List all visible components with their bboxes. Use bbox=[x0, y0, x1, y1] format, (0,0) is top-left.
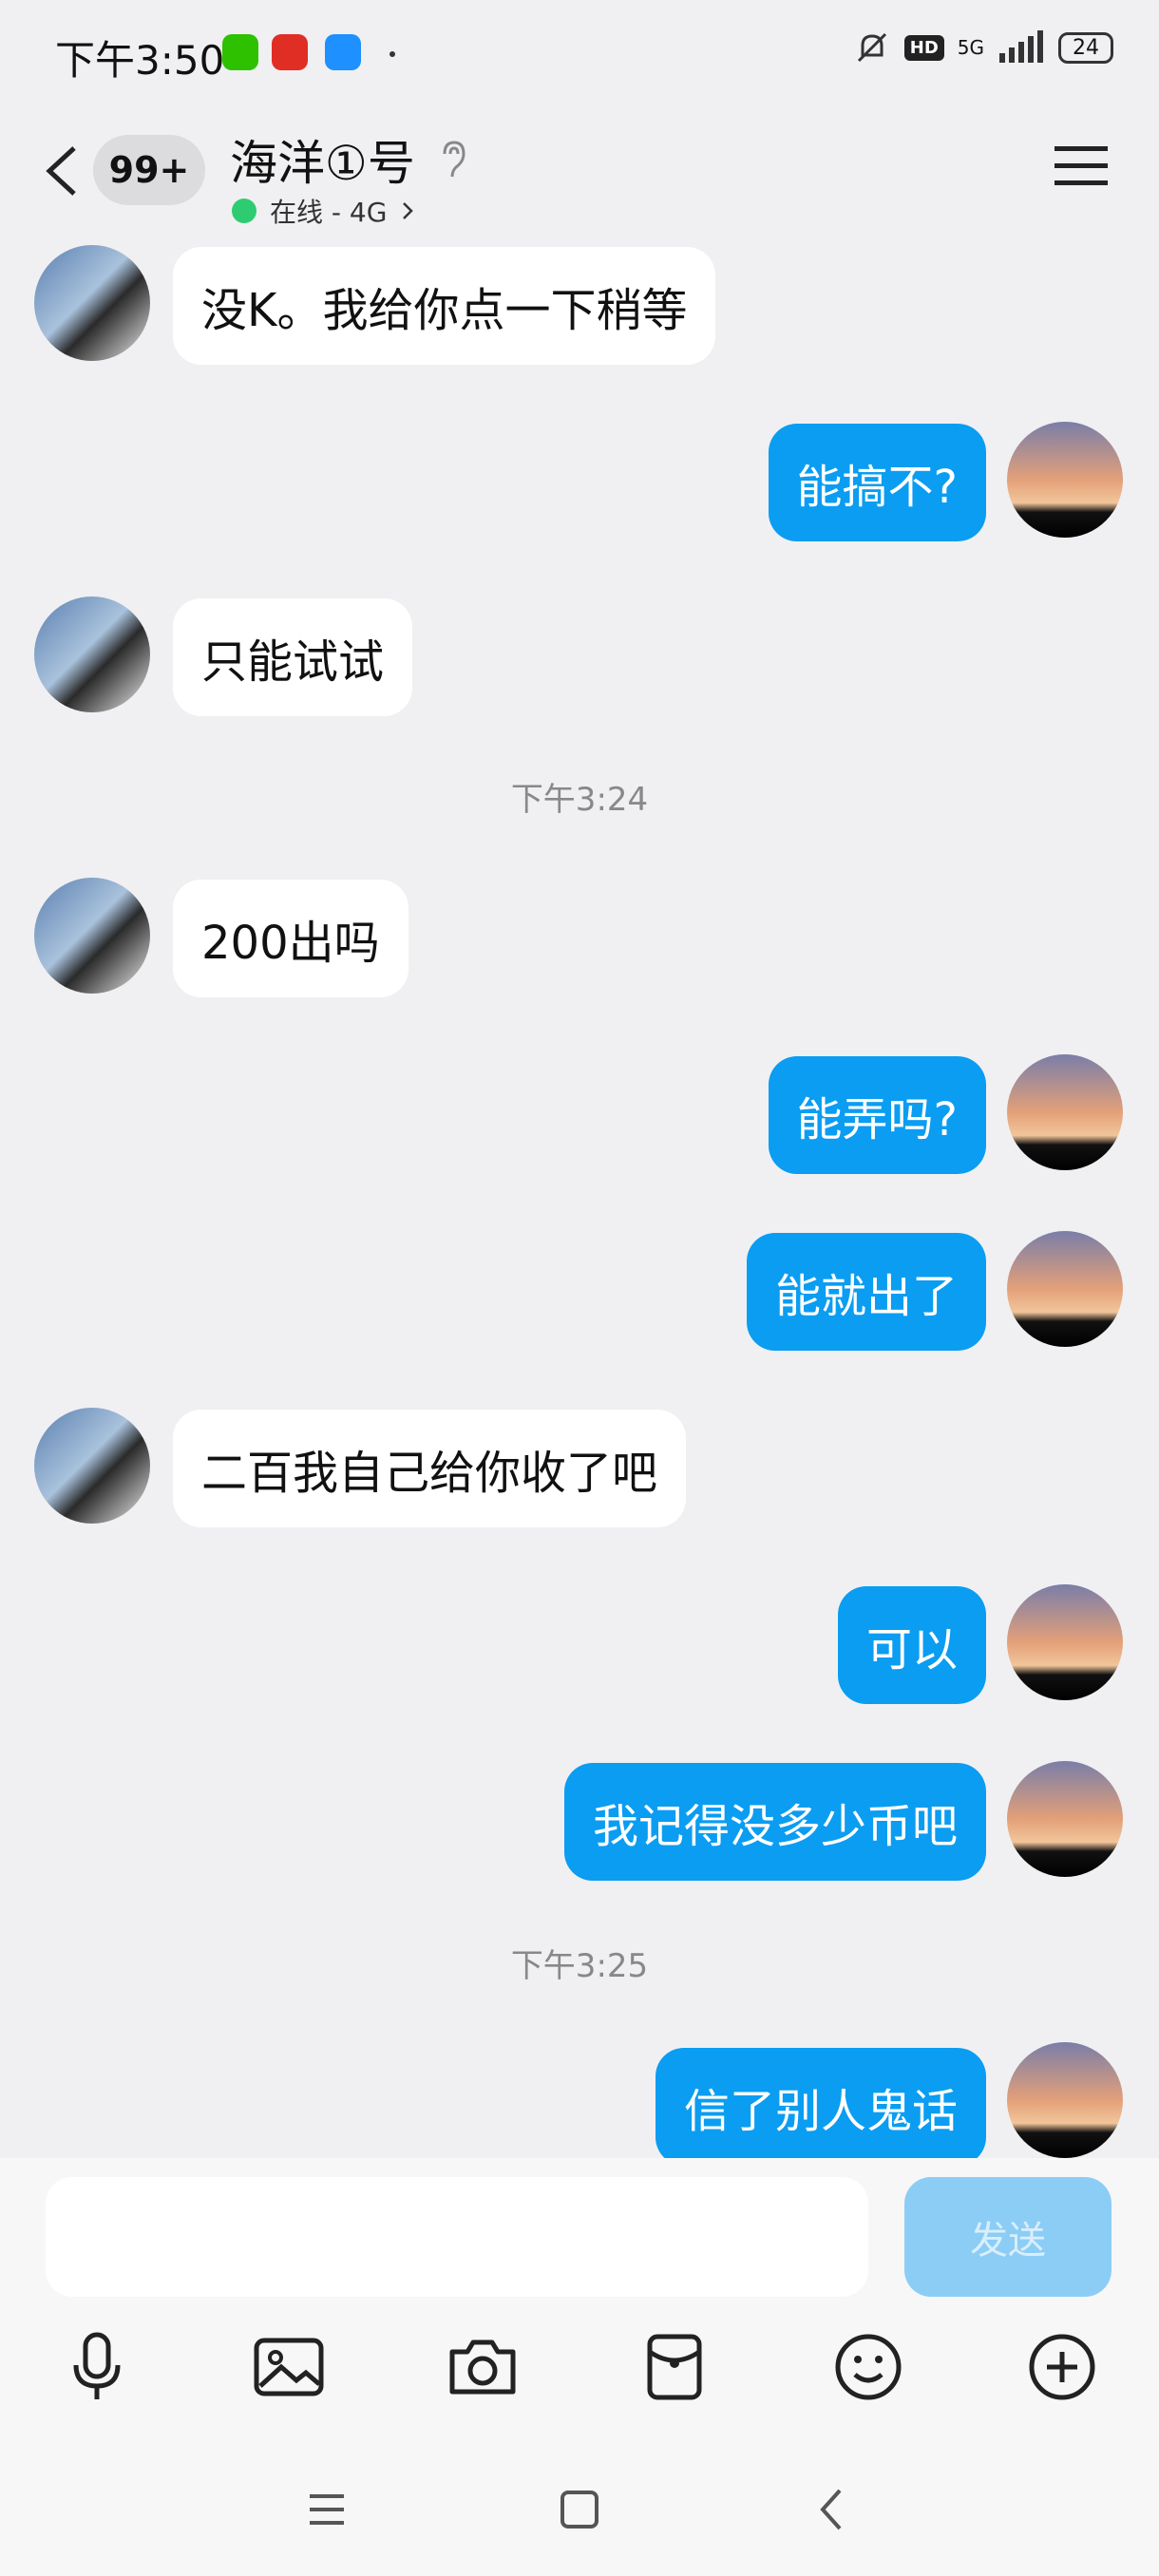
red-packet-icon[interactable] bbox=[635, 2327, 714, 2407]
image-icon[interactable] bbox=[249, 2327, 329, 2407]
hd-icon: HD bbox=[903, 34, 944, 61]
recent-apps-icon[interactable] bbox=[298, 2481, 355, 2538]
unread-badge[interactable]: 99+ bbox=[93, 135, 205, 205]
message-sent: 能弄吗? bbox=[0, 1054, 1159, 1178]
status-bar: 下午3:50 HD 5G 24 bbox=[0, 0, 1159, 112]
message-bubble[interactable]: 可以 bbox=[837, 1586, 986, 1704]
message-received: 200出吗 bbox=[0, 878, 1159, 1001]
online-status[interactable]: 在线 - 4G bbox=[232, 192, 415, 230]
status-icons: HD 5G 24 bbox=[853, 28, 1113, 66]
message-sent: 信了别人鬼话 bbox=[0, 2042, 1159, 2158]
chevron-right-icon bbox=[403, 202, 414, 219]
message-sent: 能搞不? bbox=[0, 422, 1159, 545]
microphone-icon[interactable] bbox=[57, 2327, 137, 2407]
send-button[interactable]: 发送 bbox=[904, 2177, 1112, 2297]
message-bubble[interactable]: 只能试试 bbox=[173, 598, 413, 716]
message-bubble[interactable]: 能弄吗? bbox=[768, 1056, 986, 1174]
message-bubble[interactable]: 能搞不? bbox=[768, 424, 986, 541]
chat-title[interactable]: 海洋①号 bbox=[230, 125, 415, 194]
user-avatar[interactable] bbox=[1007, 1584, 1123, 1700]
message-input[interactable] bbox=[46, 2177, 868, 2297]
message-bubble[interactable]: 能就出了 bbox=[746, 1233, 986, 1351]
chat-header: 99+ 海洋①号 在线 - 4G bbox=[0, 123, 1159, 237]
message-bubble[interactable]: 没K。我给你点一下稍等 bbox=[173, 247, 716, 365]
message-received: 二百我自己给你收了吧 bbox=[0, 1408, 1159, 1531]
composer: 发送 bbox=[0, 2158, 1159, 2576]
message-bubble[interactable]: 200出吗 bbox=[173, 880, 408, 997]
status-time: 下午3:50 bbox=[55, 37, 225, 84]
ear-icon bbox=[443, 141, 466, 178]
online-dot bbox=[232, 199, 256, 223]
signal-icon bbox=[999, 30, 1043, 63]
nav-back-icon[interactable] bbox=[804, 2481, 861, 2538]
pinduoduo-icon bbox=[272, 34, 308, 70]
back-icon[interactable] bbox=[40, 142, 84, 199]
camera-icon[interactable] bbox=[443, 2327, 522, 2407]
message-sent: 能就出了 bbox=[0, 1231, 1159, 1354]
message-bubble[interactable]: 信了别人鬼话 bbox=[655, 2048, 986, 2158]
contact-avatar[interactable] bbox=[34, 245, 150, 361]
timestamp: 下午3:25 bbox=[510, 1947, 649, 1985]
online-status-text: 在线 - 4G bbox=[270, 197, 388, 228]
signal-label: 5G bbox=[957, 36, 984, 59]
user-avatar[interactable] bbox=[1007, 422, 1123, 538]
timestamp: 下午3:24 bbox=[510, 781, 649, 819]
message-bubble[interactable]: 我记得没多少币吧 bbox=[563, 1763, 986, 1881]
qq-browser-icon bbox=[325, 34, 361, 70]
contact-avatar[interactable] bbox=[34, 597, 150, 712]
more-dot-icon bbox=[390, 51, 395, 57]
emoji-icon[interactable] bbox=[828, 2327, 908, 2407]
battery-icon: 24 bbox=[1058, 31, 1113, 64]
user-avatar[interactable] bbox=[1007, 1761, 1123, 1877]
message-received: 没K。我给你点一下稍等 bbox=[0, 245, 1159, 369]
user-avatar[interactable] bbox=[1007, 2042, 1123, 2158]
message-sent: 我记得没多少币吧 bbox=[0, 1761, 1159, 1885]
menu-icon[interactable] bbox=[1054, 144, 1108, 188]
contact-avatar[interactable] bbox=[34, 1408, 150, 1524]
message-received: 只能试试 bbox=[0, 597, 1159, 720]
message-bubble[interactable]: 二百我自己给你收了吧 bbox=[173, 1410, 687, 1527]
home-icon[interactable] bbox=[551, 2481, 608, 2538]
mute-bell-icon bbox=[857, 32, 886, 63]
wechat-icon bbox=[222, 34, 258, 70]
plus-icon[interactable] bbox=[1022, 2327, 1102, 2407]
contact-avatar[interactable] bbox=[34, 878, 150, 994]
user-avatar[interactable] bbox=[1007, 1231, 1123, 1347]
user-avatar[interactable] bbox=[1007, 1054, 1123, 1170]
message-sent: 可以 bbox=[0, 1584, 1159, 1708]
